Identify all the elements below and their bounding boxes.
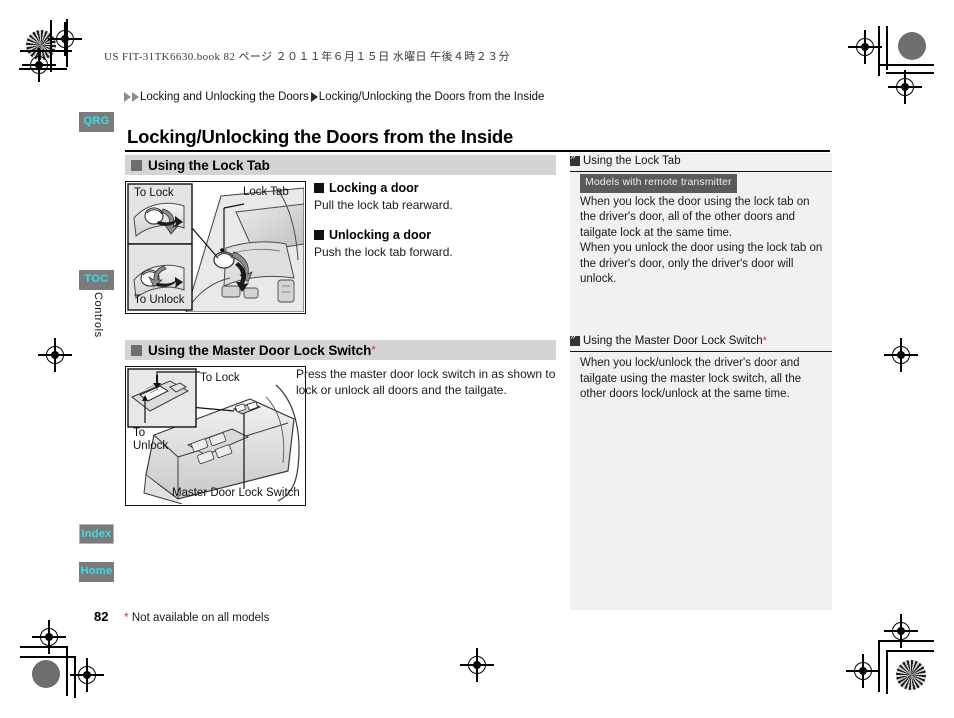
breadcrumb-parent[interactable]: Locking and Unlocking the Doors — [140, 91, 309, 103]
section-header-using-the-lock-tab: Using the Lock Tab — [125, 155, 556, 175]
chapter-label: Controls — [92, 292, 104, 338]
illustration-lock-tab: To Lock To Unlock Lock Tab — [125, 181, 306, 314]
footnote-asterisk: * — [124, 610, 129, 624]
side-note-paragraph: When you lock the door using the lock ta… — [580, 195, 823, 286]
crop-line — [886, 72, 934, 74]
breadcrumb-current: Locking/Unlocking the Doors from the Ins… — [318, 91, 545, 103]
illustration-callout-lock-tab: Lock Tab — [243, 186, 289, 198]
illustration-label-to-lock: To Lock — [134, 187, 174, 199]
illustration-master-door-lock-switch: To Lock To Unlock Master Door Lock Switc… — [125, 366, 306, 506]
crop-line — [66, 19, 68, 67]
bullet-square-icon — [314, 230, 324, 240]
crop-line — [20, 656, 76, 658]
chevron-right-icon — [124, 92, 131, 102]
chevron-right-icon — [310, 92, 318, 102]
lock-tab-diagram — [127, 183, 304, 312]
registration-mark-bottom-right — [884, 614, 918, 648]
side-note-paragraph: When you lock/unlock the driver's door a… — [580, 357, 802, 400]
side-note-title-text: Using the Lock Tab — [583, 155, 681, 167]
nav-tab-home[interactable]: Home — [79, 562, 114, 582]
color-dot-target-bottom-left — [32, 660, 60, 688]
to-unlock-line-1: To — [133, 427, 146, 439]
nav-tab-qrg-label: QRG — [83, 115, 110, 127]
side-note-body-lock-tab: Models with remote transmitter When you … — [580, 174, 828, 288]
instruction-text-master-switch: Press the master door lock switch in as … — [296, 367, 556, 397]
crop-line — [886, 650, 888, 694]
footnote: * Not available on all models — [124, 610, 269, 624]
section-marker-icon — [131, 159, 142, 171]
crop-line — [20, 646, 68, 648]
side-note-rule — [570, 171, 832, 173]
side-note-title-lock-tab: Using the Lock Tab — [570, 152, 681, 167]
side-note-rule — [570, 351, 832, 353]
registration-mark-right-top — [888, 70, 922, 104]
instruction-text: Pull the lock tab rearward. — [314, 198, 453, 212]
bullet-square-icon — [314, 183, 324, 193]
instruction-block-unlocking-a-door: Unlocking a door Push the lock tab forwa… — [314, 228, 554, 260]
nav-tab-toc[interactable]: TOC — [79, 270, 114, 290]
crop-line — [50, 20, 52, 72]
section-header-master-door-lock-switch: Using the Master Door Lock Switch * — [125, 340, 556, 360]
registration-mark-right-mid — [884, 338, 918, 372]
asterisk-marker: * — [371, 343, 376, 357]
illustration-callout-master-door-lock-switch: Master Door Lock Switch — [172, 487, 300, 499]
crop-line — [878, 64, 934, 66]
to-unlock-line-2: Unlock — [133, 440, 169, 452]
crop-line — [20, 50, 72, 52]
registration-mark-top-right — [848, 30, 882, 64]
side-note-title-text: Using the Master Door Lock Switch — [583, 335, 763, 347]
instruction-subhead: Locking a door — [314, 181, 554, 195]
chevron-right-icon — [132, 92, 139, 102]
instruction-subhead-label: Unlocking a door — [329, 228, 432, 242]
side-note-body-master-switch: When you lock/unlock the driver's door a… — [580, 356, 828, 403]
breadcrumb: Locking and Unlocking the Doors Locking/… — [124, 91, 544, 103]
asterisk-marker: * — [762, 335, 767, 347]
title-rule — [125, 150, 830, 152]
section-title: Using the Lock Tab — [148, 157, 270, 173]
color-star-target-bottom-right — [896, 660, 926, 690]
nav-tab-index-label: Index — [81, 528, 112, 540]
double-chevron-icon — [570, 152, 580, 166]
crop-line — [878, 640, 934, 642]
illustration-label-to-unlock: To Unlock — [134, 294, 185, 306]
instruction-subhead-label: Locking a door — [329, 181, 419, 195]
illustration-label-to-lock: To Lock — [200, 372, 240, 384]
instruction-subhead: Unlocking a door — [314, 228, 554, 242]
nav-tab-index[interactable]: Index — [79, 524, 114, 544]
side-note-title-master-switch: Using the Master Door Lock Switch* — [570, 332, 767, 347]
side-note-badge: Models with remote transmitter — [580, 174, 737, 193]
section-marker-icon — [131, 344, 142, 356]
crop-line — [74, 656, 76, 698]
footnote-text: Not available on all models — [131, 612, 270, 624]
crop-line — [19, 68, 67, 70]
crop-line — [878, 640, 880, 692]
registration-mark-left-mid — [38, 338, 72, 372]
crop-line — [878, 26, 880, 76]
manual-page: US FIT-31TK6630.book 82 ページ ２０１１年６月１５日 水… — [0, 0, 954, 718]
illustration-label-to-unlock: To Unlock — [133, 427, 168, 453]
page-title: Locking/Unlocking the Doors from the Ins… — [127, 126, 514, 147]
nav-tab-toc-label: TOC — [84, 273, 109, 285]
double-chevron-icon — [570, 332, 580, 346]
instruction-text: Push the lock tab forward. — [314, 245, 453, 259]
page-number: 82 — [94, 609, 109, 624]
section-title: Using the Master Door Lock Switch — [148, 342, 372, 358]
registration-mark-bottom-left — [32, 620, 66, 654]
instruction-block-locking-a-door: Locking a door Pull the lock tab rearwar… — [314, 181, 554, 213]
nav-tab-qrg[interactable]: QRG — [79, 112, 114, 132]
nav-tab-home-label: Home — [80, 565, 113, 577]
registration-mark-right-bottom — [846, 654, 880, 688]
color-dot-target-top-right — [898, 32, 926, 60]
book-header-line: US FIT-31TK6630.book 82 ページ ２０１１年６月１５日 水… — [104, 51, 510, 63]
registration-mark-bottom-mid — [460, 648, 494, 682]
crop-line — [886, 650, 934, 652]
crop-line — [66, 646, 68, 696]
